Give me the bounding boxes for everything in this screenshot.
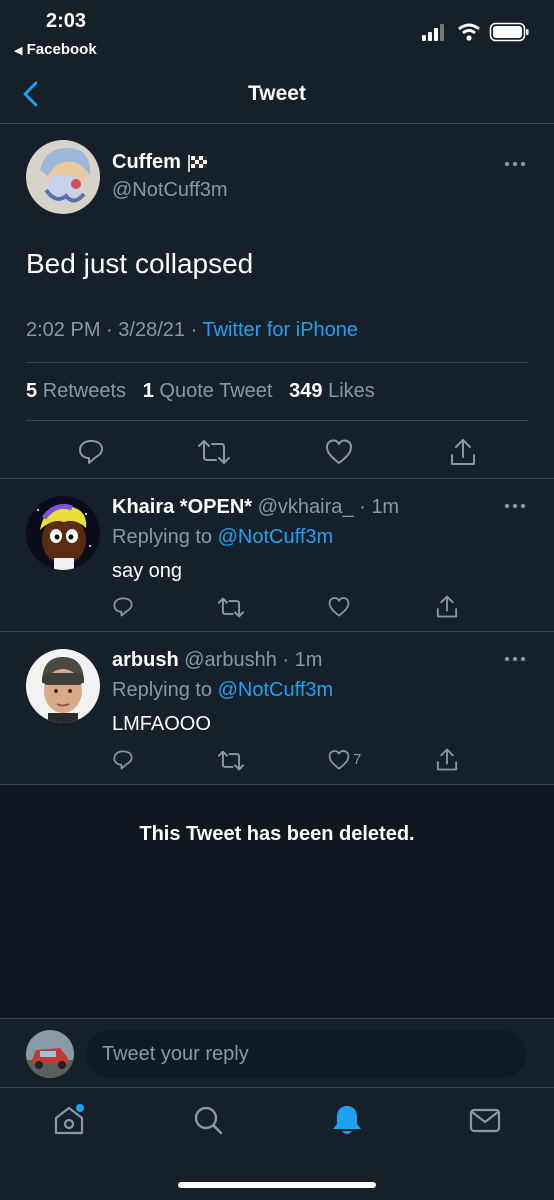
avatar[interactable] <box>26 496 100 570</box>
reply-author-handle[interactable]: @vkhaira_ <box>258 496 354 518</box>
avatar[interactable] <box>26 140 100 214</box>
divider <box>26 362 528 363</box>
avatar[interactable] <box>26 649 100 723</box>
avatar-image <box>26 649 100 723</box>
reply-input[interactable] <box>86 1030 526 1078</box>
avatar-image <box>26 140 100 214</box>
meta-separator: · <box>106 319 119 341</box>
reply-header: Khaira *OPEN* @vkhaira_ · 1m <box>112 496 399 519</box>
reply-icon[interactable] <box>112 749 134 771</box>
avatar[interactable] <box>26 1030 74 1078</box>
nav-bar: Tweet <box>0 62 554 124</box>
avatar-image <box>26 1030 74 1078</box>
retweet-icon[interactable] <box>218 597 244 618</box>
author-name[interactable]: Cuffem <box>112 151 210 174</box>
replying-label: Replying to <box>112 526 213 548</box>
replying-label: Replying to <box>112 679 213 701</box>
reply-actions: 7 <box>0 747 554 777</box>
replying-to: Replying to @NotCuff3m <box>112 679 333 702</box>
reply-actions <box>0 594 554 624</box>
back-app-label: Facebook <box>26 41 97 58</box>
reply-icon[interactable] <box>77 438 105 466</box>
deleted-tweet-notice: This Tweet has been deleted. <box>0 786 554 1019</box>
reply-header: arbush @arbushh · 1m <box>112 649 322 672</box>
more-options-icon[interactable] <box>504 655 526 663</box>
more-options-icon[interactable] <box>504 160 526 168</box>
reply-author-handle[interactable]: @arbushh <box>184 649 277 671</box>
quotes-stat[interactable]: 1 Quote Tweet <box>143 380 273 402</box>
tweet-actions <box>0 432 554 472</box>
likes-stat[interactable]: 349 Likes <box>289 380 375 402</box>
retweets-label: Retweets <box>42 380 127 402</box>
home-indicator[interactable] <box>178 1182 376 1188</box>
reply-text: LMFAOOO <box>112 713 211 735</box>
retweet-icon[interactable] <box>218 750 244 771</box>
signal-icon <box>422 24 444 41</box>
meta-separator: · <box>353 496 372 518</box>
checkered-flag-icon <box>188 154 208 172</box>
reply-composer <box>0 1020 554 1088</box>
back-to-app-link[interactable]: ◀ Facebook <box>14 41 97 58</box>
reply-icon[interactable] <box>112 596 134 618</box>
quotes-count: 1 <box>142 380 154 402</box>
battery-icon <box>489 22 529 42</box>
reply-age: 1m <box>294 649 323 671</box>
tweet-meta: 2:02 PM · 3/28/21 · Twitter for iPhone <box>26 319 358 342</box>
tweet-time: 2:02 PM <box>26 319 101 341</box>
home-icon[interactable] <box>52 1103 86 1137</box>
share-icon[interactable] <box>436 594 458 619</box>
like-icon[interactable] <box>325 438 353 466</box>
author-handle[interactable]: @NotCuff3m <box>112 179 228 202</box>
author-name-text: Cuffem <box>112 151 181 173</box>
likes-label: Likes <box>328 380 375 402</box>
more-options-icon[interactable] <box>504 502 526 510</box>
retweets-stat[interactable]: 5 Retweets <box>26 380 126 402</box>
main-tweet: Cuffem @NotCuff3m Bed just collapsed 2:0… <box>0 124 554 479</box>
share-icon[interactable] <box>450 437 476 467</box>
retweet-icon[interactable] <box>198 439 230 465</box>
reply-tweet[interactable]: arbush @arbushh · 1m Replying to @NotCuf… <box>0 633 554 785</box>
retweets-count: 5 <box>26 380 38 402</box>
replying-to: Replying to @NotCuff3m <box>112 526 333 549</box>
reply-author-name[interactable]: arbush <box>112 649 179 671</box>
tweet-source-link[interactable]: Twitter for iPhone <box>202 319 358 341</box>
like-count: 7 <box>353 751 362 768</box>
wifi-icon <box>458 23 480 41</box>
notification-dot <box>76 1104 84 1112</box>
tweet-date: 3/28/21 <box>118 319 185 341</box>
status-icons <box>422 22 529 42</box>
avatar-image <box>26 496 100 570</box>
likes-count: 349 <box>289 380 323 402</box>
deleted-notice-text: This Tweet has been deleted. <box>139 823 415 845</box>
replying-to-link[interactable]: @NotCuff3m <box>218 679 334 701</box>
like-icon[interactable] <box>328 596 350 618</box>
status-time: 2:03 <box>46 10 87 32</box>
mail-icon[interactable] <box>468 1103 502 1137</box>
reply-tweet[interactable]: Khaira *OPEN* @vkhaira_ · 1m Replying to… <box>0 480 554 632</box>
status-bar: 2:03 ◀ Facebook <box>0 0 554 62</box>
reply-age: 1m <box>371 496 400 518</box>
like-icon[interactable] <box>328 749 350 771</box>
replying-to-link[interactable]: @NotCuff3m <box>218 526 334 548</box>
quotes-label: Quote Tweet <box>159 380 273 402</box>
search-icon[interactable] <box>191 1103 225 1137</box>
divider <box>26 420 528 421</box>
meta-separator: · <box>276 649 295 671</box>
share-icon[interactable] <box>436 747 458 772</box>
reply-text: say ong <box>112 560 183 582</box>
bell-icon[interactable] <box>330 1103 364 1137</box>
reply-author-name[interactable]: Khaira *OPEN* <box>112 496 252 518</box>
meta-separator: · <box>190 319 203 341</box>
page-title: Tweet <box>248 82 306 105</box>
tweet-stats: 5 Retweets 1 Quote Tweet 349 Likes <box>26 380 375 403</box>
tweet-text: Bed just collapsed <box>26 248 254 279</box>
back-triangle-icon: ◀ <box>14 45 23 57</box>
